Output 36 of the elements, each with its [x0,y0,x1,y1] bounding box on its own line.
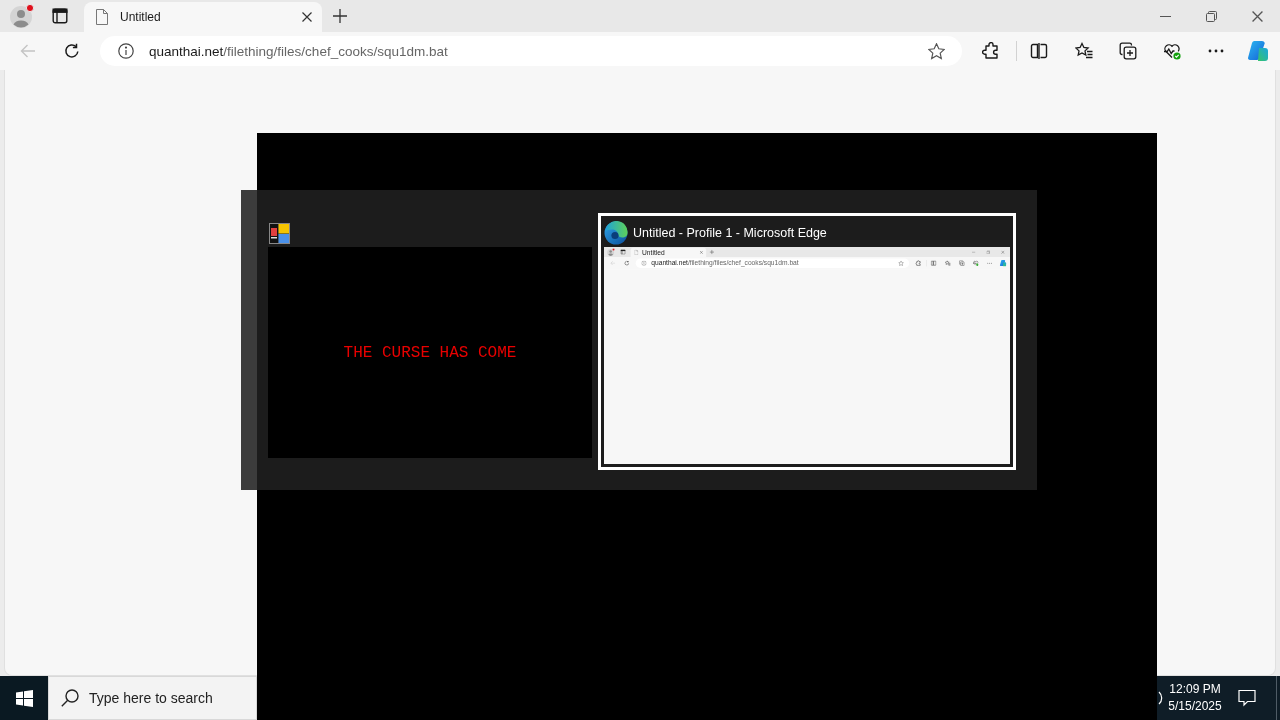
preview-text: THE CURSE HAS COME [343,343,517,362]
search-field[interactable]: Type here to search [89,690,249,706]
browser-logo-icon [604,221,628,245]
notification-icon[interactable] [1238,689,1256,707]
tab-actions-icon[interactable] [52,8,68,24]
profile-avatar-icon[interactable] [606,247,616,257]
refresh-icon[interactable] [64,43,80,59]
restore-icon[interactable] [1205,10,1217,22]
switcher-item[interactable]: THE CURSE HAS COME [262,213,598,464]
clock-date[interactable]: 5/15/2025 [1168,698,1222,715]
favorite-star-icon[interactable] [928,42,945,60]
collections-icon[interactable] [1119,42,1137,60]
copilot-icon[interactable] [999,259,1007,267]
window-title: Untitled - Profile 1 - Microsoft Edge [633,226,827,240]
profile-avatar-icon[interactable] [9,3,35,29]
split-screen-icon[interactable] [1030,42,1048,60]
clock-time[interactable]: 12:09 PM [1169,681,1221,698]
windows-logo-icon [15,689,33,707]
start-button[interactable] [0,676,48,720]
extensions-icon[interactable] [982,42,1000,60]
search-box[interactable]: Type here to search [48,676,257,720]
new-tab-icon[interactable] [333,9,347,23]
info-icon[interactable] [118,43,134,59]
tiles-icon [269,222,290,244]
close-tab-icon[interactable] [302,12,312,22]
address-bar[interactable]: quanthai.net/filething/files/chef_cooks/squ1dm.bat [100,36,962,66]
favorites-icon[interactable] [1075,42,1093,60]
url-text[interactable]: quanthai.net/filething/files/chef_cooks/squ1dm.bat [149,43,448,59]
arc-icon[interactable] [1158,691,1164,705]
search-icon [61,689,79,707]
heartbeat-icon[interactable] [1163,42,1181,60]
show-desktop-button[interactable] [1276,676,1280,720]
close-icon[interactable] [1251,10,1263,22]
browser-tab[interactable]: Untitled [84,2,322,32]
copilot-icon[interactable] [1247,40,1269,62]
page-icon [96,9,108,25]
